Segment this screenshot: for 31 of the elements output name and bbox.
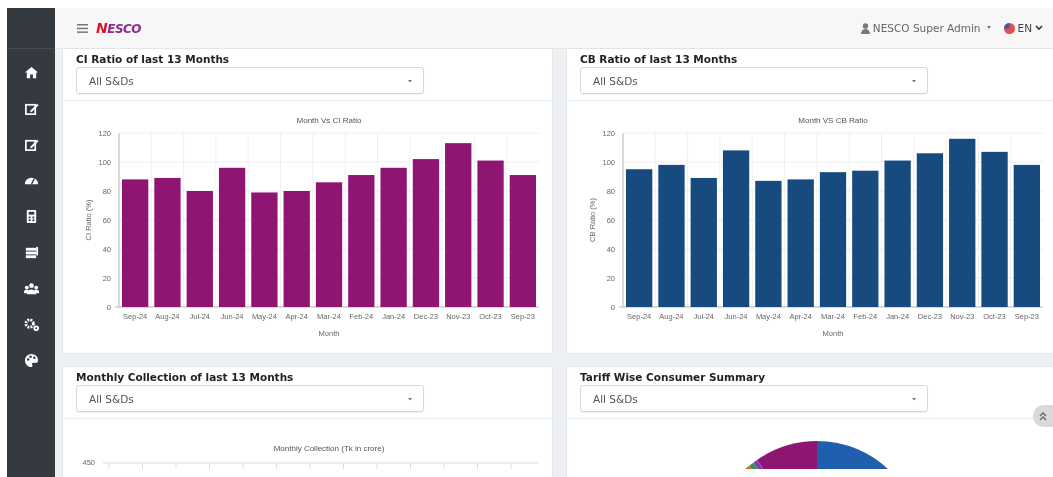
card-title: CI Ratio of last 13 Months [76,53,231,65]
database-icon[interactable] [23,245,39,260]
edit-icon[interactable] [23,101,39,116]
chart-title: Monthly Collection (Tk in crore) [273,444,385,453]
select-field[interactable]: All S&Ds [76,67,424,94]
card-title: Monthly Collection of last 13 Months [76,371,295,383]
menu-icon[interactable] [77,23,88,33]
caret-icon [911,78,917,83]
logo[interactable]: NESCO [96,20,142,36]
caret-icon [911,396,917,401]
chart-title: Month VS CB Ratio [798,116,868,125]
scroll-to-top-button[interactable] [1033,405,1053,427]
card-title: Tariff Wise Consumer Summary [580,371,767,383]
home-icon[interactable] [23,65,39,80]
select-field[interactable]: All S&Ds [580,67,928,94]
caret-icon [407,396,413,401]
caret-icon [407,78,413,83]
select-field[interactable]: All S&Ds [580,385,928,412]
chart-title: Month Vs CI Ratio [296,116,362,125]
card-title: CB Ratio of last 13 Months [580,53,739,65]
edit-icon[interactable] [23,137,39,152]
double-chevron-up-icon [1039,411,1047,421]
chevron-down-icon[interactable] [1035,25,1043,31]
select-field[interactable]: All S&Ds [76,385,424,412]
cogs-icon[interactable] [23,317,39,332]
user-icon [860,22,870,34]
users-icon[interactable] [23,281,39,296]
palette-icon[interactable] [23,353,39,368]
flag-icon [1003,22,1015,34]
user-name[interactable]: NESCO Super Admin [872,22,981,34]
language-selector[interactable]: EN [1017,22,1032,34]
